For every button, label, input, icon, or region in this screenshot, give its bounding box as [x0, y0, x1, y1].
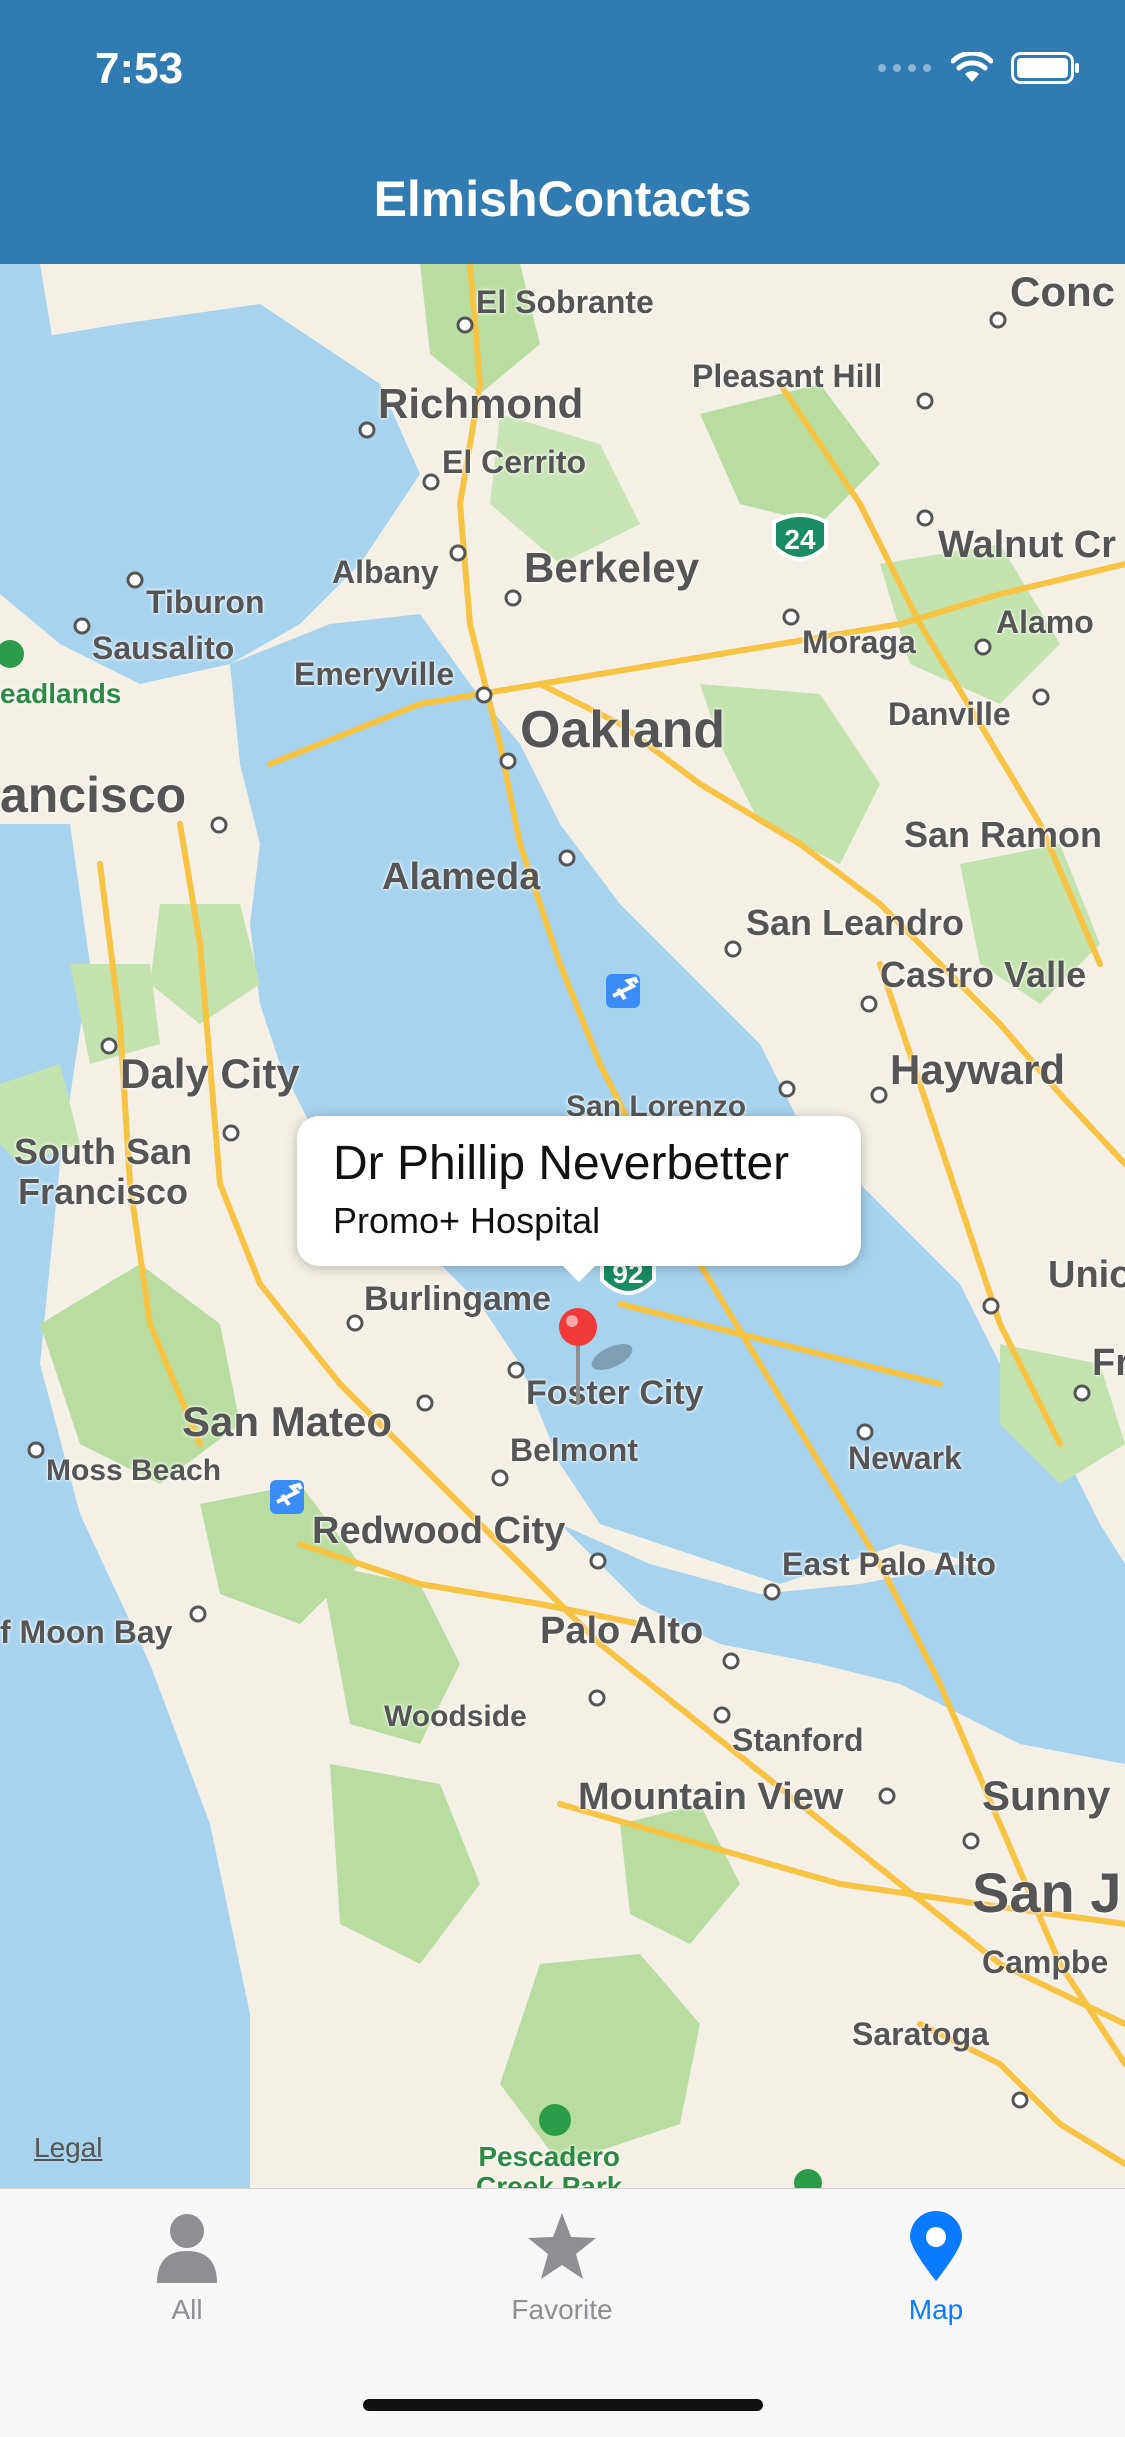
place-label: Woodside	[384, 1700, 527, 1733]
place-label: Moss Beach	[46, 1454, 222, 1487]
place-label: Palo Alto	[540, 1610, 704, 1652]
place-label: Emeryville	[294, 656, 455, 692]
callout-title: Dr Phillip Neverbetter	[333, 1137, 790, 1190]
place-label: Walnut Cr	[938, 524, 1117, 566]
place-label: Castro Valle	[880, 954, 1087, 995]
place-label: Danville	[888, 696, 1011, 732]
place-label: Berkeley	[524, 544, 700, 591]
place-label: Belmont	[510, 1432, 638, 1468]
tab-map-label: Map	[908, 2294, 964, 2325]
map-pin-marker[interactable]	[556, 1305, 636, 1420]
place-label: Albany	[332, 554, 439, 590]
tab-all[interactable]: All	[87, 2211, 287, 2326]
place-label: Tiburon	[146, 584, 265, 620]
callout-subtitle: Promo+ Hospital	[333, 1200, 601, 1241]
pin-callout[interactable]: Dr Phillip Neverbetter Promo+ Hospital	[297, 1116, 861, 1282]
person-icon	[157, 2214, 217, 2283]
page-title: ElmishContacts	[373, 171, 752, 227]
status-time: 7:53	[95, 44, 184, 93]
place-label: Redwood City	[312, 1510, 566, 1552]
tab-favorite[interactable]: Favorite	[462, 2211, 662, 2326]
place-label: El Cerrito	[442, 444, 587, 480]
place-label: Richmond	[378, 380, 584, 427]
place-label: San Mateo	[182, 1398, 393, 1445]
battery-icon	[1011, 52, 1079, 84]
place-label: f Moon Bay	[0, 1614, 173, 1650]
place-label: East Palo Alto	[782, 1546, 996, 1582]
tab-bar: All Favorite Map	[0, 2188, 1125, 2437]
status-icons	[877, 52, 1081, 84]
place-label: Sunny	[982, 1772, 1111, 1819]
place-label: Sausalito	[92, 630, 235, 666]
place-label: South San Francisco	[14, 1131, 192, 1212]
place-label: Pleasant Hill	[692, 358, 883, 394]
highway-24-shield: 24	[768, 512, 832, 568]
place-label: Burlingame	[364, 1280, 552, 1318]
wifi-icon	[951, 52, 993, 82]
star-icon	[528, 2213, 596, 2279]
place-label: San Leandro	[746, 902, 965, 943]
place-label: Oakland	[520, 701, 726, 759]
place-label: Saratoga	[852, 2016, 989, 2052]
place-label: eadlands	[0, 678, 122, 709]
navigation-header: 7:53 ElmishContacts	[0, 0, 1125, 264]
place-label: Alamo	[996, 604, 1094, 640]
callout-tail	[559, 1262, 599, 1282]
tab-map[interactable]: Map	[836, 2211, 1036, 2326]
place-label: Newark	[848, 1440, 962, 1476]
place-label: El Sobrante	[476, 284, 654, 320]
place-label: Union	[1048, 1254, 1125, 1296]
place-label: Fr	[1092, 1342, 1125, 1384]
place-label: Alameda	[382, 856, 541, 898]
place-label: Daly City	[120, 1050, 300, 1097]
place-label: Moraga	[802, 624, 916, 660]
highway-24-label: 24	[784, 524, 816, 555]
tab-favorite-label: Favorite	[511, 2294, 613, 2325]
place-label: Stanford	[732, 1722, 864, 1758]
place-label: Conc	[1010, 268, 1115, 315]
place-label: Mountain View	[578, 1776, 844, 1818]
place-label: Campbe	[982, 1944, 1109, 1980]
home-indicator[interactable]	[363, 2399, 763, 2411]
signal-icon	[878, 64, 931, 72]
place-label: San Ramon	[904, 814, 1103, 855]
place-label: ancisco	[0, 767, 187, 823]
legal-link[interactable]: Legal	[34, 2132, 103, 2164]
place-label: San J	[972, 1861, 1122, 1924]
tab-all-label: All	[171, 2294, 203, 2325]
place-label: Pescadero Creek Park	[476, 2141, 623, 2189]
place-label: Hayward	[890, 1046, 1066, 1093]
map-pin-icon	[910, 2211, 962, 2281]
